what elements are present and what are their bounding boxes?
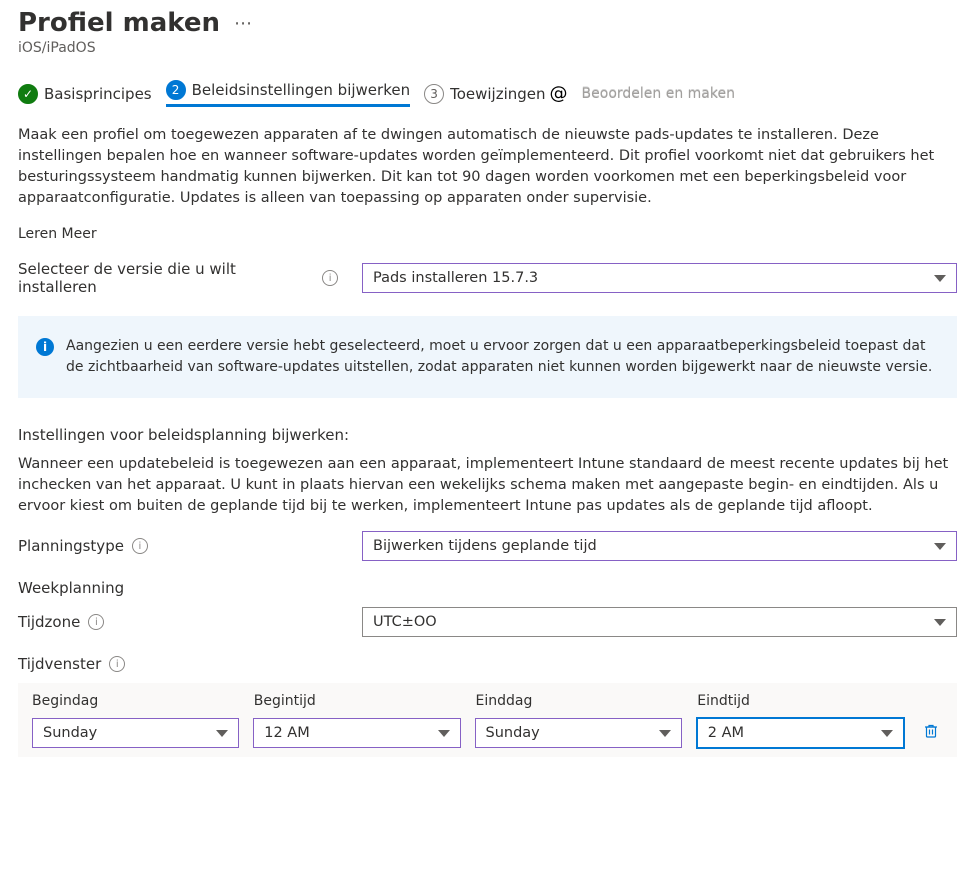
- step-label: Beleidsinstellingen bijwerken: [192, 81, 410, 99]
- chevron-down-icon: [881, 730, 893, 737]
- start-time-select[interactable]: 12 AM: [253, 718, 460, 748]
- schedule-type-select[interactable]: Bijwerken tijdens geplande tijd: [362, 531, 957, 561]
- intro-paragraph: Maak een profiel om toegewezen apparaten…: [18, 125, 957, 209]
- step-basics[interactable]: ✓ Basisprincipes: [18, 84, 152, 104]
- chevron-down-icon: [216, 730, 228, 737]
- schedule-paragraph: Wanneer een updatebeleid is toegewezen a…: [18, 454, 957, 517]
- end-time-value: 2 AM: [708, 725, 744, 741]
- schedule-type-label: Planningstype i: [18, 537, 338, 555]
- chevron-down-icon: [934, 275, 946, 282]
- page-title: Profiel maken: [18, 8, 220, 38]
- more-icon[interactable]: ⋯: [234, 13, 254, 34]
- trash-icon: [923, 723, 939, 744]
- start-day-select[interactable]: Sunday: [32, 718, 239, 748]
- info-icon: i: [36, 338, 54, 356]
- page-subtitle: iOS/iPadOS: [18, 40, 957, 56]
- schedule-heading: Instellingen voor beleidsplanning bijwer…: [18, 426, 957, 444]
- timezone-select[interactable]: UTC±OO: [362, 607, 957, 637]
- end-day-select[interactable]: Sunday: [475, 718, 682, 748]
- wizard-steps: ✓ Basisprincipes 2 Beleidsinstellingen b…: [18, 80, 957, 107]
- chevron-down-icon: [438, 730, 450, 737]
- step-review[interactable]: Beoordelen en maken: [582, 86, 735, 102]
- timezone-label: Tijdzone i: [18, 613, 338, 631]
- step-label: Toewijzingen: [450, 85, 545, 103]
- delete-row-button[interactable]: [919, 723, 943, 744]
- info-icon[interactable]: i: [322, 270, 338, 286]
- version-label: Selecteer de versie die u wilt installer…: [18, 260, 338, 296]
- weekly-heading: Weekplanning: [18, 579, 957, 597]
- chevron-down-icon: [934, 619, 946, 626]
- start-day-value: Sunday: [43, 725, 97, 741]
- info-icon[interactable]: i: [109, 656, 125, 672]
- schedule-type-value: Bijwerken tijdens geplande tijd: [373, 538, 597, 554]
- info-banner: i Aangezien u een eerdere versie hebt ge…: [18, 316, 957, 398]
- step-assignments[interactable]: 3 Toewijzingen @: [424, 83, 567, 104]
- table-row: Sunday 12 AM Sunday 2 AM: [26, 717, 949, 749]
- at-icon: @: [550, 83, 568, 104]
- step-label: Basisprincipes: [44, 85, 152, 103]
- check-icon: ✓: [18, 84, 38, 104]
- learn-more-link[interactable]: Leren Meer: [18, 226, 97, 242]
- version-select[interactable]: Pads installeren 15.7.3: [362, 263, 957, 293]
- info-text: Aangezien u een eerdere versie hebt gese…: [66, 336, 939, 378]
- timezone-value: UTC±OO: [373, 614, 437, 630]
- end-day-value: Sunday: [486, 725, 540, 741]
- step-label: Beoordelen en maken: [582, 86, 735, 102]
- timewindow-label: Tijdvenster i: [18, 655, 338, 673]
- step-number-icon: 3: [424, 84, 444, 104]
- end-time-select[interactable]: 2 AM: [696, 717, 905, 749]
- col-start-day: Begindag: [32, 693, 240, 709]
- chevron-down-icon: [659, 730, 671, 737]
- col-end-day: Einddag: [476, 693, 684, 709]
- step-update-policy[interactable]: 2 Beleidsinstellingen bijwerken: [166, 80, 410, 107]
- col-end-time: Eindtijd: [697, 693, 905, 709]
- version-value: Pads installeren 15.7.3: [373, 270, 538, 286]
- col-start-time: Begintijd: [254, 693, 462, 709]
- info-icon[interactable]: i: [132, 538, 148, 554]
- step-number-icon: 2: [166, 80, 186, 100]
- chevron-down-icon: [934, 543, 946, 550]
- time-window-table: Begindag Begintijd Einddag Eindtijd Sund…: [18, 683, 957, 757]
- start-time-value: 12 AM: [264, 725, 310, 741]
- info-icon[interactable]: i: [88, 614, 104, 630]
